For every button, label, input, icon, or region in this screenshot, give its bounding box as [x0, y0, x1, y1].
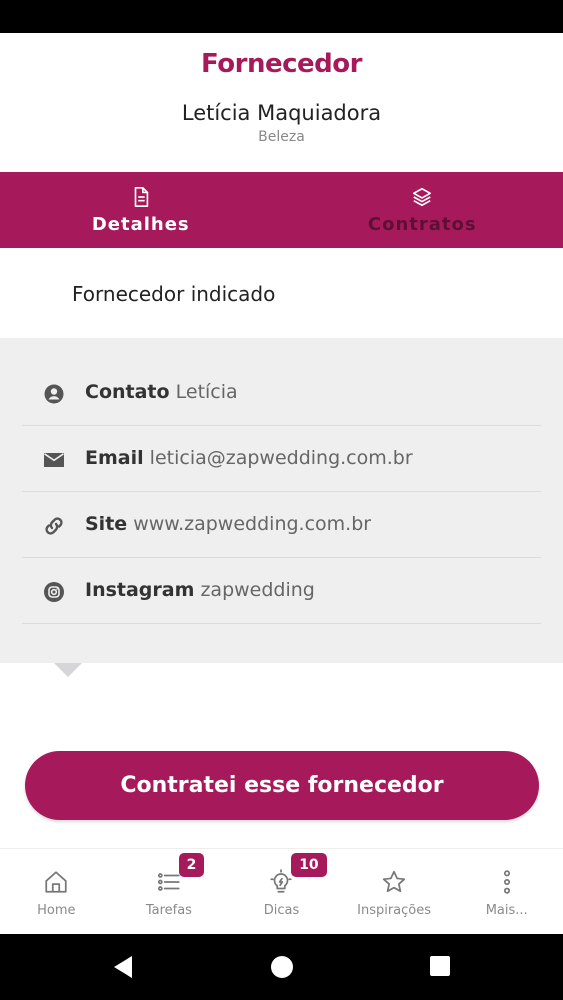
tasks-count-badge: 2	[178, 853, 205, 877]
tab-detalhes[interactable]: Detalhes	[0, 172, 282, 248]
info-label: Email	[85, 447, 144, 469]
mail-icon	[44, 453, 64, 467]
page-title: Fornecedor	[201, 49, 362, 79]
info-row-text: Instagram zapwedding	[85, 579, 315, 601]
contact-info-panel: Contato Letícia Email leticia@zapwedding…	[0, 338, 563, 663]
bottom-navigation: Home Tarefas 2 Dicas 10 Inspirações Mais…	[0, 848, 563, 934]
info-label: Contato	[85, 381, 170, 403]
hired-vendor-button[interactable]: Contratei esse fornecedor	[25, 751, 539, 820]
indicated-section: Fornecedor indicado	[0, 248, 563, 338]
more-vertical-icon	[503, 870, 510, 894]
nav-label: Dicas	[263, 903, 300, 918]
info-value: Letícia	[175, 381, 238, 403]
tips-count-badge: 10	[291, 853, 327, 877]
home-circle-icon[interactable]	[270, 955, 294, 979]
info-row-contato: Contato Letícia	[22, 360, 541, 426]
nav-mais[interactable]: Mais...	[450, 849, 563, 934]
star-icon	[382, 870, 406, 893]
recents-icon[interactable]	[429, 955, 451, 977]
info-value[interactable]: zapwedding	[200, 579, 314, 601]
vendor-name: Letícia Maquiadora	[181, 101, 382, 125]
info-label: Site	[85, 513, 128, 535]
tab-label: Detalhes	[91, 214, 190, 235]
layers-icon	[413, 187, 432, 207]
nav-label: Inspirações	[357, 903, 432, 918]
nav-label: Home	[37, 903, 76, 918]
info-value[interactable]: www.zapwedding.com.br	[133, 513, 371, 535]
link-icon	[45, 517, 63, 535]
vendor-category: Beleza	[258, 129, 305, 145]
nav-label: Mais...	[485, 903, 528, 918]
panel-pointer	[54, 663, 82, 677]
instagram-icon	[44, 582, 64, 602]
indicated-label: Fornecedor indicado	[72, 282, 276, 306]
status-bar	[0, 0, 563, 33]
info-row-text: Site www.zapwedding.com.br	[85, 513, 371, 535]
nav-tarefas[interactable]: Tarefas 2	[113, 849, 226, 934]
page-header: Fornecedor Letícia Maquiadora Beleza	[0, 33, 563, 172]
nav-home[interactable]: Home	[0, 849, 113, 934]
user-circle-icon	[44, 384, 64, 404]
nav-dicas[interactable]: Dicas 10	[225, 849, 338, 934]
tab-label: Contratos	[367, 214, 477, 235]
nav-label: Tarefas	[145, 903, 192, 918]
info-row-email: Email leticia@zapwedding.com.br	[22, 426, 541, 492]
back-icon[interactable]	[112, 955, 134, 979]
document-icon	[134, 187, 148, 207]
home-icon	[45, 871, 67, 893]
info-label: Instagram	[85, 579, 195, 601]
info-row-text: Contato Letícia	[85, 381, 238, 403]
nav-inspiracoes[interactable]: Inspirações	[338, 849, 451, 934]
info-row-text: Email leticia@zapwedding.com.br	[85, 447, 413, 469]
info-row-instagram: Instagram zapwedding	[22, 558, 541, 624]
tab-contratos[interactable]: Contratos	[282, 172, 563, 248]
info-row-site: Site www.zapwedding.com.br	[22, 492, 541, 558]
system-navigation-bar	[0, 934, 563, 1000]
tab-bar: Detalhes Contratos	[0, 172, 563, 248]
info-value[interactable]: leticia@zapwedding.com.br	[150, 447, 413, 469]
task-list-icon	[157, 873, 180, 891]
